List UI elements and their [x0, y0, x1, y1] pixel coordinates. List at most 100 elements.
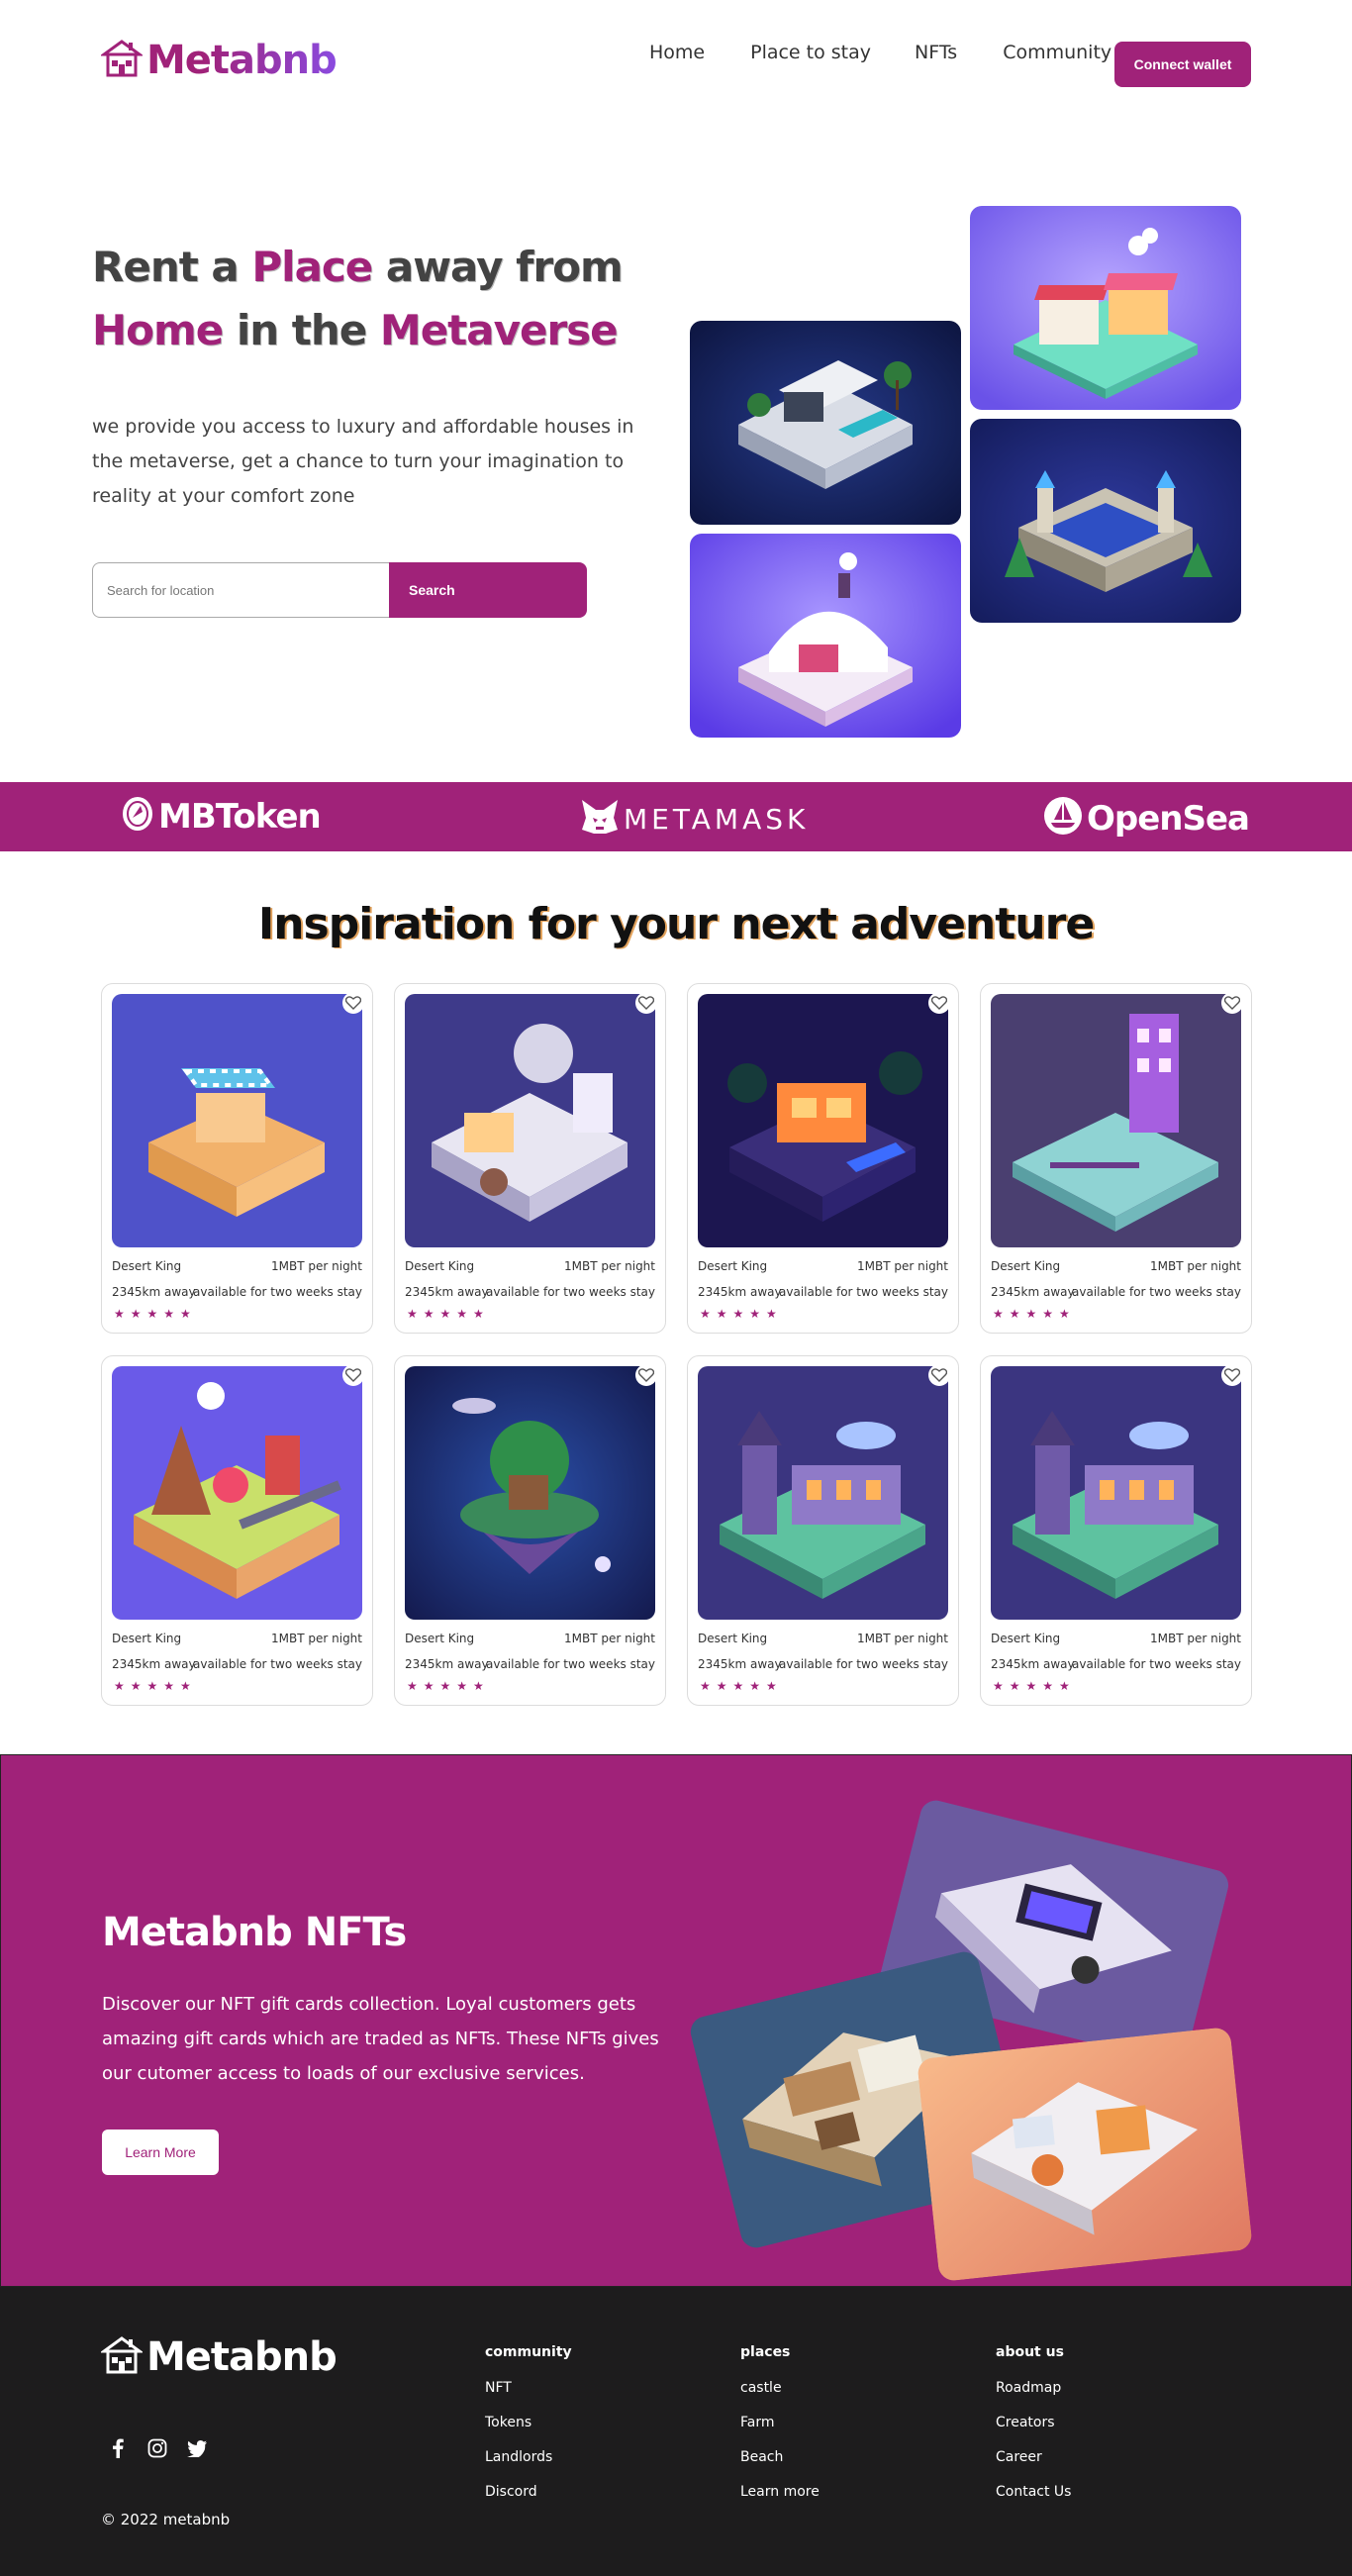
partner-metamask[interactable]: METAMASK: [580, 798, 809, 841]
listing-card[interactable]: Desert King 1MBT per night 2345km away a…: [980, 1355, 1252, 1706]
footer-link[interactable]: Farm: [740, 2415, 820, 2430]
nav-home[interactable]: Home: [649, 42, 705, 63]
house-icon: [99, 39, 145, 83]
hero-title-accent: Home: [92, 306, 224, 354]
footer-link[interactable]: Discord: [485, 2484, 572, 2500]
listing-price: 1MBT per night: [564, 1259, 655, 1273]
hero-title-part: away from: [372, 243, 624, 291]
listing-image: [405, 1366, 655, 1620]
footer-column-title: community: [485, 2344, 572, 2360]
listing-card[interactable]: Desert King 1MBT per night 2345km away a…: [101, 1355, 373, 1706]
main-nav: Home Place to stay NFTs Community: [649, 42, 1157, 63]
listing-price: 1MBT per night: [564, 1632, 655, 1645]
footer-link[interactable]: Landlords: [485, 2449, 572, 2465]
favorite-heart-icon[interactable]: [928, 992, 950, 1014]
listing-card[interactable]: Desert King 1MBT per night 2345km away a…: [394, 1355, 666, 1706]
listing-image: [991, 1366, 1241, 1620]
listing-name: Desert King: [991, 1632, 1061, 1645]
site-header: Metabnb Home Place to stay NFTs Communit…: [0, 0, 1352, 129]
rating-stars: ★★★★★: [407, 1679, 490, 1693]
listing-name: Desert King: [991, 1259, 1061, 1273]
footer-column-about: about us Roadmap Creators Career Contact…: [996, 2344, 1071, 2519]
listing-price: 1MBT per night: [271, 1259, 362, 1273]
listing-image: [698, 1366, 948, 1620]
listing-price: 1MBT per night: [1150, 1632, 1241, 1645]
listing-card[interactable]: Desert King 1MBT per night 2345km away a…: [101, 983, 373, 1334]
listing-name: Desert King: [405, 1632, 475, 1645]
footer-link[interactable]: Creators: [996, 2415, 1071, 2430]
connect-wallet-button[interactable]: Connect wallet: [1114, 42, 1251, 87]
search-input[interactable]: [92, 562, 389, 618]
footer-column-title: about us: [996, 2344, 1064, 2360]
nav-nfts[interactable]: NFTs: [915, 42, 957, 63]
listing-availability: available for two weeks stay: [1072, 1657, 1241, 1671]
inspiration-title: Inspiration for your next adventure: [257, 899, 1095, 949]
footer-link[interactable]: castle: [740, 2380, 820, 2396]
listing-distance: 2345km away: [991, 1285, 1075, 1299]
nav-community[interactable]: Community: [1003, 42, 1111, 63]
favorite-heart-icon[interactable]: [635, 992, 657, 1014]
listing-card[interactable]: Desert King 1MBT per night 2345km away a…: [394, 983, 666, 1334]
listing-distance: 2345km away: [698, 1657, 782, 1671]
rating-stars: ★★★★★: [993, 1679, 1076, 1693]
rating-stars: ★★★★★: [993, 1307, 1076, 1321]
listing-card[interactable]: Desert King 1MBT per night 2345km away a…: [980, 983, 1252, 1334]
location-search: Search: [92, 562, 587, 618]
listing-distance: 2345km away: [405, 1657, 489, 1671]
listing-availability: available for two weeks stay: [779, 1657, 948, 1671]
footer-brand-name: Metabnb: [146, 2334, 338, 2380]
search-button[interactable]: Search: [389, 562, 587, 618]
house-icon: [99, 2335, 145, 2380]
footer-column-title: places: [740, 2344, 791, 2360]
metamask-fox-icon: [580, 798, 620, 841]
twitter-icon[interactable]: [186, 2437, 208, 2459]
favorite-heart-icon[interactable]: [1221, 1364, 1243, 1386]
footer-logo[interactable]: Metabnb: [99, 2334, 338, 2380]
favorite-heart-icon[interactable]: [342, 992, 364, 1014]
footer-link[interactable]: Beach: [740, 2449, 820, 2465]
footer-link[interactable]: NFT: [485, 2380, 572, 2396]
footer-link[interactable]: Contact Us: [996, 2484, 1071, 2500]
listing-image: [991, 994, 1241, 1247]
listing-name: Desert King: [698, 1632, 768, 1645]
facebook-icon[interactable]: [107, 2437, 129, 2459]
listing-availability: available for two weeks stay: [193, 1285, 362, 1299]
listing-card[interactable]: Desert King 1MBT per night 2345km away a…: [687, 983, 959, 1334]
footer-link[interactable]: Learn more: [740, 2484, 820, 2500]
hero-title-accent: Place: [251, 243, 373, 291]
social-links: [107, 2437, 208, 2459]
learn-more-button[interactable]: Learn More: [102, 2130, 219, 2175]
opensea-boat-icon: [1043, 796, 1083, 841]
rating-stars: ★★★★★: [700, 1679, 783, 1693]
listing-name: Desert King: [405, 1259, 475, 1273]
site-footer: Metabnb © 2022 metabnb community NFT Tok…: [0, 2287, 1352, 2576]
hero-image-snow-house: [690, 534, 961, 738]
footer-link[interactable]: Roadmap: [996, 2380, 1071, 2396]
listing-name: Desert King: [112, 1259, 182, 1273]
hero-title-part: Rent a: [92, 243, 252, 291]
listing-name: Desert King: [112, 1632, 182, 1645]
listing-price: 1MBT per night: [857, 1632, 948, 1645]
listing-availability: available for two weeks stay: [779, 1285, 948, 1299]
listing-image: [112, 994, 362, 1247]
rating-stars: ★★★★★: [700, 1307, 783, 1321]
footer-link[interactable]: Career: [996, 2449, 1071, 2465]
partner-opensea[interactable]: OpenSea: [1043, 796, 1250, 841]
hero-description: we provide you access to luxury and affo…: [92, 416, 634, 507]
listing-image: [698, 994, 948, 1247]
listing-card[interactable]: Desert King 1MBT per night 2345km away a…: [687, 1355, 959, 1706]
nft-card-kitchen: [917, 2026, 1253, 2283]
favorite-heart-icon[interactable]: [928, 1364, 950, 1386]
favorite-heart-icon[interactable]: [1221, 992, 1243, 1014]
nav-place-to-stay[interactable]: Place to stay: [750, 42, 871, 63]
listing-availability: available for two weeks stay: [486, 1657, 655, 1671]
favorite-heart-icon[interactable]: [342, 1364, 364, 1386]
listing-image: [112, 1366, 362, 1620]
footer-link[interactable]: Tokens: [485, 2415, 572, 2430]
partner-mbtoken[interactable]: MBToken: [121, 796, 322, 837]
favorite-heart-icon[interactable]: [635, 1364, 657, 1386]
partner-band: MBToken METAMASK OpenSea: [0, 782, 1352, 851]
listing-availability: available for two weeks stay: [193, 1657, 362, 1671]
instagram-icon[interactable]: [146, 2437, 168, 2459]
brand-logo[interactable]: Metabnb: [99, 38, 338, 83]
